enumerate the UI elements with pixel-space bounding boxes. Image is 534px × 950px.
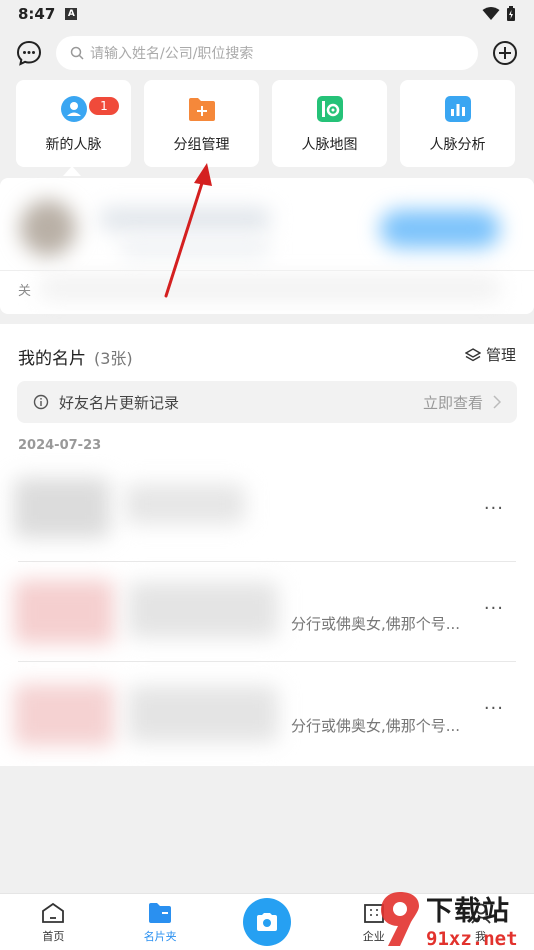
layers-icon (464, 347, 481, 361)
watermark-main: 下载站 (426, 895, 510, 927)
card-row[interactable]: 分行或佛奥女,佛那个号... ··· (0, 662, 534, 762)
search-icon (70, 46, 84, 60)
avatar (14, 684, 114, 746)
battery-icon (507, 6, 515, 21)
new-contacts-badge: 1 (89, 97, 119, 115)
my-cards-section: 我的名片 (3张) 管理 好友名片更新记录 立即查看 2024-07-23 ···… (0, 324, 534, 766)
blurred-card-info (125, 484, 245, 524)
more-button[interactable]: ··· (484, 698, 504, 719)
avatar (20, 200, 76, 256)
tile-pointer (63, 166, 81, 176)
add-button[interactable] (490, 38, 520, 68)
site-watermark: 下载站 91xz.net (378, 888, 534, 950)
status-icons (482, 6, 516, 22)
card-date: 2024-07-23 (18, 438, 102, 453)
tile-label: 人脉地图 (301, 136, 358, 153)
nav-card-folder[interactable]: 名片夹 (107, 893, 214, 950)
manage-label: 管理 (485, 346, 516, 364)
blurred-card-info (128, 686, 278, 742)
person-icon (59, 94, 89, 124)
update-record-text: 好友名片更新记录 (59, 393, 180, 412)
home-icon (42, 902, 65, 923)
card-row[interactable]: ··· (0, 462, 534, 562)
chat-bubble-icon (16, 40, 42, 66)
map-icon (315, 94, 345, 124)
tile-contact-map[interactable]: 人脉地图 (272, 80, 387, 167)
tile-label: 新的人脉 (45, 136, 102, 153)
friend-card-update-bar[interactable]: 好友名片更新记录 立即查看 (17, 381, 517, 423)
nav-label: 名片夹 (143, 930, 177, 943)
nav-home[interactable]: 首页 (0, 893, 107, 950)
plus-circle-icon (493, 41, 517, 65)
more-button[interactable]: ··· (484, 498, 504, 519)
search-placeholder: 请输入姓名/公司/职位搜索 (90, 46, 254, 62)
tile-contact-analysis[interactable]: 人脉分析 (400, 80, 515, 167)
tile-label: 分组管理 (173, 136, 230, 153)
watermark-text: 下载站 91xz.net (426, 889, 518, 950)
status-time: 8:47 (18, 5, 56, 23)
my-cards-title: 我的名片 (3张) (18, 344, 133, 369)
manage-button[interactable]: 管理 (464, 344, 516, 365)
watermark-sub: 91xz.net (426, 927, 518, 950)
section-title: 我的名片 (18, 349, 86, 369)
tile-group-management[interactable]: 分组管理 (144, 80, 259, 167)
card-count: (3张) (94, 349, 133, 368)
camera-icon (257, 913, 277, 931)
bar-chart-icon (443, 94, 473, 124)
chevron-right-icon (493, 395, 501, 409)
avatar (14, 478, 110, 538)
quick-tiles: 1 新的人脉 分组管理 人脉地图 人脉分析 (16, 80, 518, 168)
card-folder-icon (149, 903, 172, 923)
scan-card-button[interactable] (243, 898, 291, 946)
new-contacts-panel[interactable]: 关 (0, 178, 534, 314)
card-snippet: 分行或佛奥女,佛那个号... (291, 717, 461, 735)
folder-plus-icon (187, 94, 217, 124)
avatar (14, 580, 114, 644)
blurred-card-info (128, 582, 278, 638)
tile-label: 人脉分析 (429, 136, 486, 153)
status-bar: 8:47 A (0, 0, 534, 28)
blurred-accept-button[interactable] (380, 210, 500, 248)
wifi-icon (482, 7, 500, 20)
blurred-footer (40, 276, 500, 300)
notification-badge: A (65, 8, 78, 20)
nav-label: 首页 (42, 930, 65, 943)
watermark-logo-icon (381, 892, 419, 946)
card-row[interactable]: 分行或佛奥女,佛那个号... ··· (0, 562, 534, 662)
card-snippet: 分行或佛奥女,佛那个号... (291, 615, 461, 633)
view-now-label: 立即查看 (422, 393, 483, 412)
tile-new-contacts[interactable]: 1 新的人脉 (16, 80, 131, 167)
blurred-name (100, 208, 270, 230)
more-button[interactable]: ··· (484, 598, 504, 619)
panel-divider (0, 270, 534, 271)
info-icon (33, 394, 49, 410)
truncated-text: 关 (18, 284, 32, 299)
message-button[interactable] (14, 38, 44, 68)
search-input[interactable]: 请输入姓名/公司/职位搜索 (56, 36, 478, 70)
view-now-link[interactable]: 立即查看 (423, 392, 501, 413)
top-bar: 请输入姓名/公司/职位搜索 (0, 30, 534, 76)
blurred-company (120, 240, 270, 256)
